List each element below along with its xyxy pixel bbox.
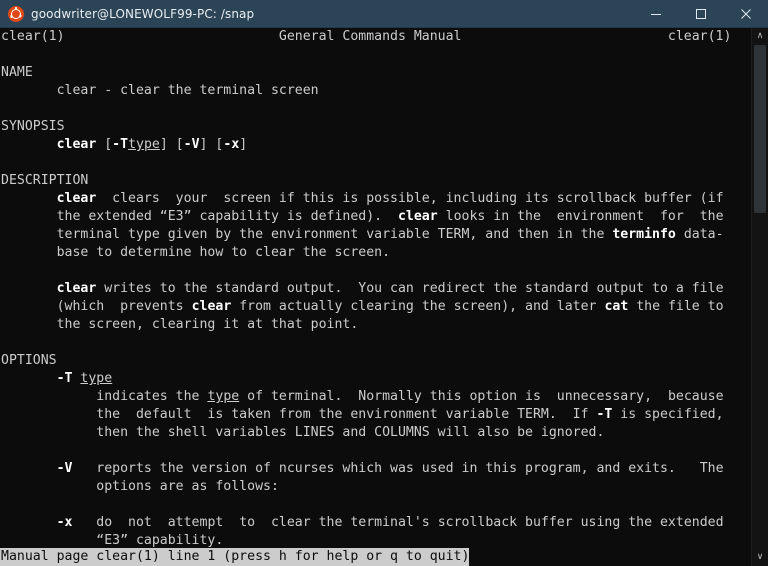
vertical-scrollbar[interactable]: ∧ ∨ [751,28,768,566]
terminal-screen[interactable]: clear(1) General Commands Manual clear(1… [0,28,751,566]
close-button[interactable] [723,0,768,28]
terminal-line: OPTIONS [1,353,57,368]
terminal-line: -x do not attempt to clear the terminal'… [56,515,724,530]
terminal-window: goodwriter@LONEWOLF99-PC: /snap clear(1)… [0,0,768,566]
terminal-line: terminal type given by the environment v… [1,227,724,242]
terminal-line: options are as follows: [1,479,279,494]
terminal-line: (which prevents clear from actually clea… [1,299,724,314]
window-controls [633,0,768,28]
ubuntu-logo-icon [8,5,24,22]
terminal-line: -V reports the version of ncurses which … [56,461,724,476]
terminal-line: clear(1) General Commands Manual clear(1… [1,29,732,44]
pager-status-bar: Manual page clear(1) line 1 (press h for… [0,548,470,566]
terminal-line: the extended “E3” capability is defined)… [1,209,724,224]
terminal-line: clear writes to the standard output. You… [56,281,724,296]
terminal-line: clear - clear the terminal screen [1,83,319,98]
window-title: goodwriter@LONEWOLF99-PC: /snap [31,6,255,21]
terminal-line: the screen, clearing it at that point. [1,317,359,332]
terminal-line: DESCRIPTION [1,173,89,188]
scroll-down-icon[interactable]: ∨ [752,549,768,566]
scrollbar-thumb[interactable] [754,45,766,213]
terminal-line: clear clears your screen if this is poss… [56,191,724,206]
terminal-line: base to determine how to clear the scree… [1,245,391,260]
scroll-up-icon[interactable]: ∧ [752,28,768,45]
terminal-area: clear(1) General Commands Manual clear(1… [0,28,768,566]
terminal-line: -T type [56,371,113,386]
terminal-line: NAME [1,65,33,80]
man-page-content: clear(1) General Commands Manual clear(1… [0,28,751,566]
terminal-line: the default is taken from the environmen… [1,407,724,422]
scrollbar-track[interactable] [752,45,768,549]
minimize-button[interactable] [633,0,678,28]
window-titlebar[interactable]: goodwriter@LONEWOLF99-PC: /snap [0,0,768,28]
terminal-line: then the shell variables LINES and COLUM… [1,425,605,440]
terminal-line: SYNOPSIS [1,119,65,134]
terminal-line: clear [-Ttype] [-V] [-x] [56,137,248,152]
maximize-button[interactable] [678,0,723,28]
terminal-line: indicates the type of terminal. Normally… [1,389,724,404]
